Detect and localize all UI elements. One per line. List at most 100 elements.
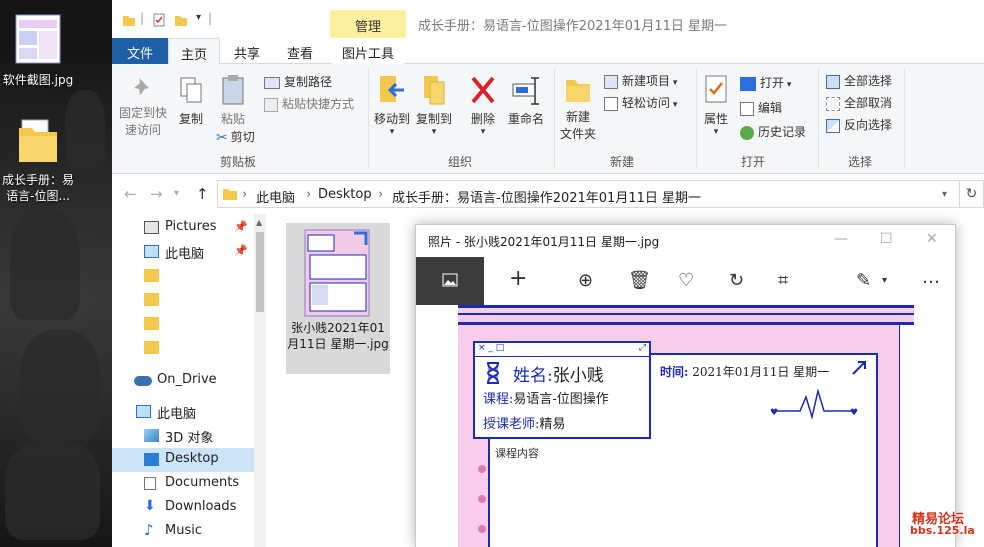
tab-manage[interactable]: 管理: [330, 10, 406, 40]
more-options-icon[interactable]: …: [922, 267, 940, 288]
card-header: × _ □ ⤢: [475, 343, 649, 357]
customize-dropdown-icon[interactable]: ▾: [196, 12, 201, 23]
nav-item-3d-objects[interactable]: 3D 对象: [112, 424, 254, 448]
rename-button[interactable]: 重命名: [506, 74, 546, 128]
add-icon[interactable]: +: [509, 266, 527, 291]
nav-item-pictures[interactable]: Pictures 📌: [112, 216, 254, 240]
tab-share[interactable]: 共享: [222, 38, 272, 64]
nav-item-folder[interactable]: [112, 264, 254, 288]
address-bar[interactable]: › 此电脑 › Desktop › 成长手册：易语言-位图操作2021年01月1…: [217, 180, 960, 208]
properties-icon[interactable]: [152, 13, 166, 27]
open-button[interactable]: 打开 ▾: [740, 74, 791, 91]
recent-locations-icon[interactable]: ▾: [174, 188, 179, 199]
breadcrumb-this-pc[interactable]: 此电脑: [256, 187, 295, 206]
nav-item-this-pc-pinned[interactable]: 此电脑 📌: [112, 240, 254, 264]
tab-view[interactable]: 查看: [274, 38, 326, 64]
new-folder-icon[interactable]: [174, 13, 188, 27]
paste-button[interactable]: 粘贴: [216, 74, 250, 128]
scroll-up-icon[interactable]: ▲: [256, 218, 262, 227]
window-title: 成长手册：易语言-位图操作2021年01月11日 星期一: [418, 19, 727, 34]
maximize-icon[interactable]: ☐: [880, 231, 893, 247]
nav-item-music[interactable]: ♪ Music: [112, 520, 254, 544]
chevron-down-icon[interactable]: ▾: [882, 275, 887, 286]
minimize-icon[interactable]: —: [834, 231, 848, 247]
invert-selection-button[interactable]: 反向选择: [826, 116, 892, 133]
image-file-icon: [15, 14, 61, 64]
refresh-button[interactable]: ↻: [960, 180, 984, 208]
image-thumbnail: [304, 229, 370, 317]
close-icon[interactable]: ✕: [926, 231, 938, 247]
file-item-selected[interactable]: 张小贱2021年01月11日 星期一.jpg: [286, 223, 390, 374]
copy-to-icon: [424, 76, 445, 105]
nav-item-folder[interactable]: [112, 288, 254, 312]
gallery-button[interactable]: [416, 257, 484, 305]
paste-shortcut-button[interactable]: 粘贴快捷方式: [264, 95, 354, 112]
properties-button[interactable]: 属性 ▾: [700, 74, 732, 137]
group-label-organize: 组织: [448, 155, 473, 169]
select-all-button[interactable]: 全部选择: [826, 72, 892, 89]
tab-home[interactable]: 主页: [168, 38, 220, 65]
svg-text:♥: ♥: [850, 408, 858, 418]
folder-icon: [144, 293, 159, 306]
nav-item-documents[interactable]: Documents: [112, 472, 254, 496]
address-dropdown-icon[interactable]: ▾: [942, 189, 947, 200]
copy-button[interactable]: 复制: [174, 76, 208, 128]
refresh-icon: ↻: [965, 186, 978, 202]
pin-to-quick-access-button[interactable]: 固定到快速访问: [118, 76, 168, 139]
nav-item-folder[interactable]: [112, 312, 254, 336]
up-arrow-icon[interactable]: ↑: [196, 185, 209, 203]
hourglass-icon: [486, 362, 500, 384]
new-item-button[interactable]: 新建项目 ▾: [604, 72, 677, 89]
edit-button[interactable]: 编辑: [740, 99, 782, 116]
tab-picture-tools[interactable]: 图片工具: [332, 38, 404, 64]
zoom-in-icon[interactable]: ⊕: [578, 270, 593, 291]
tab-file[interactable]: 文件: [112, 38, 168, 64]
copy-to-button[interactable]: 复制到 ▾: [414, 74, 454, 137]
back-arrow-icon[interactable]: ←: [124, 185, 137, 203]
nav-item-downloads[interactable]: ⬇ Downloads: [112, 496, 254, 520]
breadcrumb-current-folder[interactable]: 成长手册：易语言-位图操作2021年01月11日 星期一: [392, 187, 701, 206]
scrollbar-thumb[interactable]: [256, 232, 264, 312]
nav-item-folder[interactable]: [112, 336, 254, 360]
pin-icon: 📌: [234, 244, 248, 257]
cloud-icon: [134, 376, 152, 386]
delete-icon: [471, 76, 495, 104]
edit-draw-icon[interactable]: ✎: [856, 270, 871, 291]
rotate-icon[interactable]: ↻: [729, 270, 744, 291]
watermark-url: bbs.125.la: [910, 524, 975, 537]
folder-icon: [144, 341, 159, 354]
delete-button[interactable]: 删除 ▾: [468, 74, 498, 137]
nav-scrollbar[interactable]: ▲: [254, 214, 266, 547]
copy-path-button[interactable]: 复制路径: [264, 73, 332, 90]
cut-button[interactable]: ✂ 剪切: [216, 128, 255, 146]
dropdown-arrow-icon: ▾: [713, 127, 719, 137]
forward-arrow-icon[interactable]: →: [150, 185, 163, 203]
group-separator: [368, 68, 369, 168]
select-none-button[interactable]: 全部取消: [826, 94, 892, 111]
decor-dot: [478, 525, 486, 533]
nav-item-onedrive[interactable]: On_Drive: [112, 369, 254, 393]
address-bar-row: ← → ▾ ↑ › 此电脑 › Desktop › 成长手册：易语言-位图操作2…: [112, 178, 984, 210]
rename-icon: [512, 77, 539, 105]
nav-item-desktop[interactable]: Desktop: [112, 448, 254, 472]
favorite-heart-icon[interactable]: ♡: [678, 270, 694, 291]
wallpaper-figure: [20, 330, 100, 440]
group-separator: [696, 68, 697, 168]
wallpaper-figure: [5, 440, 100, 540]
group-separator: [818, 68, 819, 168]
desktop-icon-folder[interactable]: 成长手册：易语言-位图...: [0, 118, 80, 204]
desktop-icon-label: 软件截图.jpg: [2, 73, 74, 87]
desktop-icon-screenshot[interactable]: 软件截图.jpg: [0, 14, 80, 88]
group-label-open: 打开: [741, 155, 766, 169]
breadcrumb-desktop[interactable]: Desktop: [318, 187, 372, 202]
crop-icon[interactable]: ⌗: [778, 270, 788, 291]
history-button[interactable]: 历史记录: [740, 123, 806, 140]
ribbon: 固定到快速访问 复制 粘贴 复制路径 粘贴快捷方式 ✂剪切 剪贴板 移动到 ▾: [112, 64, 984, 174]
move-to-button[interactable]: 移动到 ▾: [372, 74, 412, 137]
new-folder-button[interactable]: 新建 文件夹: [558, 74, 598, 143]
easy-access-button[interactable]: 轻松访问 ▾: [604, 94, 677, 111]
select-none-icon: [826, 96, 840, 111]
computer-icon: [136, 405, 151, 418]
delete-icon[interactable]: 🗑: [628, 270, 651, 291]
nav-item-this-pc[interactable]: 此电脑: [112, 400, 254, 424]
